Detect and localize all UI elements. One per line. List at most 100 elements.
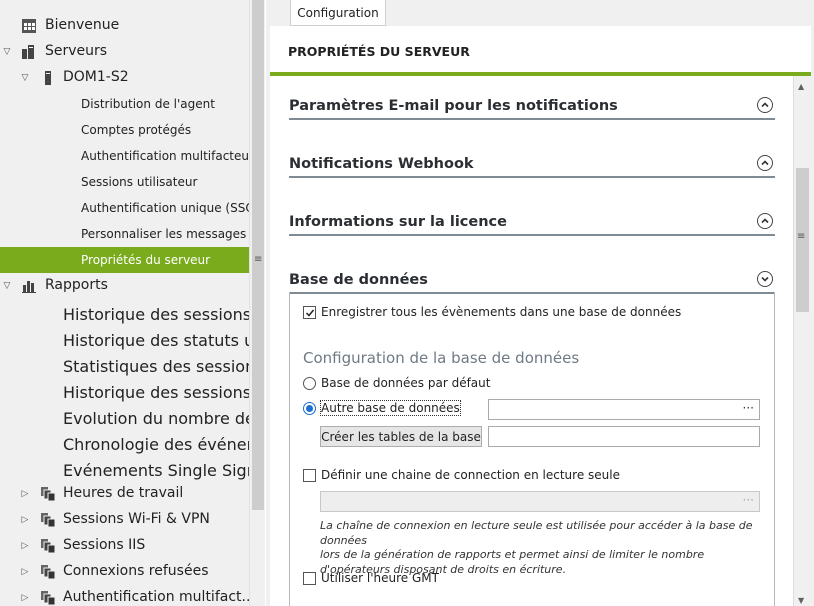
create-tables-input[interactable] xyxy=(488,426,760,447)
section-title: Informations sur la licence xyxy=(289,214,507,230)
chevron-up-icon[interactable] xyxy=(757,155,773,171)
collapse-arrow-icon[interactable]: ▷ xyxy=(20,593,30,603)
tree-item-label: Heures de travail xyxy=(63,485,184,501)
readonly-note-line-2: lors de la génération de rapports et per… xyxy=(320,548,705,561)
tree-item[interactable]: ▽ Rapports xyxy=(0,273,249,299)
default-db-label: Base de données par défaut xyxy=(321,376,491,390)
tree-item-label: Connexions refusées xyxy=(63,563,209,579)
tree-item[interactable]: Sessions utilisateur xyxy=(0,169,249,195)
browse-icon[interactable]: ··· xyxy=(743,493,754,507)
tree-item[interactable]: Historique des sessions xyxy=(0,299,249,325)
readonly-connection-input[interactable]: ··· xyxy=(320,491,760,512)
tree-item-label: Statistiques des sessions xyxy=(63,357,249,376)
report-group-icon xyxy=(40,564,56,580)
database-settings-box: Enregistrer tous les évènements dans une… xyxy=(289,292,775,606)
report-group-icon xyxy=(40,538,56,554)
server-icon xyxy=(40,70,56,86)
tree-item[interactable]: Authentification unique (SSO) xyxy=(0,195,249,221)
tree-item[interactable]: Historique des sessions simultan... xyxy=(0,377,249,403)
expand-arrow-icon[interactable]: ▽ xyxy=(2,281,12,291)
chevron-up-icon[interactable] xyxy=(757,97,773,113)
scroll-grip-icon: ≡ xyxy=(254,254,263,265)
scroll-grip-icon: ≡ xyxy=(797,231,806,242)
default-db-radio[interactable] xyxy=(303,377,316,390)
tree-item-label: Authentification unique (SSO) xyxy=(81,201,249,215)
content-scrollbar[interactable]: ▲ ≡ ▼ xyxy=(793,76,810,606)
chevron-down-icon[interactable] xyxy=(757,271,773,287)
page-header: PROPRIÉTÉS DU SERVEUR xyxy=(270,26,811,76)
section-license[interactable]: Informations sur la licence xyxy=(289,210,775,236)
grid-icon xyxy=(21,18,37,34)
tree-item-label: Historique des statuts utilisateur xyxy=(63,331,249,350)
tree-item[interactable]: Comptes protégés xyxy=(0,117,249,143)
db-config-title: Configuration de la base de données xyxy=(303,349,580,367)
tree-item-label: Bienvenue xyxy=(45,17,120,33)
tree-item-label: Serveurs xyxy=(45,43,108,59)
readonly-connection-checkbox[interactable] xyxy=(303,469,316,482)
tree-item-label: Propriétés du serveur xyxy=(81,253,211,267)
other-db-radio[interactable] xyxy=(303,402,316,415)
navigation-tree: Bienvenue ▽ Serveurs ▽ DOM1-S2 Distribution d… xyxy=(0,0,249,606)
use-gmt-checkbox[interactable] xyxy=(303,572,316,585)
expand-arrow-icon[interactable]: ▽ xyxy=(20,73,30,83)
tree-item-label: Authentification multifacteur xyxy=(81,149,249,163)
log-all-events-checkbox[interactable] xyxy=(303,306,316,319)
tree-item-label: Sessions IIS xyxy=(63,537,146,553)
page-title: PROPRIÉTÉS DU SERVEUR xyxy=(288,44,470,59)
tree-item[interactable]: Chronologie des événements xyxy=(0,429,249,455)
tree-item[interactable]: ▷ Connexions refusées xyxy=(0,559,249,585)
tree-item-label: Historique des sessions simultan... xyxy=(63,383,249,402)
collapse-arrow-icon[interactable]: ▷ xyxy=(20,489,30,499)
tree-item-label: Sessions Wi-Fi & VPN xyxy=(63,511,210,527)
tree-item-label: Comptes protégés xyxy=(81,123,192,137)
tree-item[interactable]: ▷ Authentification multifact... xyxy=(0,585,249,606)
chevron-up-icon[interactable] xyxy=(757,213,773,229)
create-tables-button[interactable]: Créer les tables de la base xyxy=(320,426,482,447)
tree-item[interactable]: Personnaliser les messages xyxy=(0,221,249,247)
tree-item[interactable]: Distribution de l'agent xyxy=(0,91,249,117)
section-email-notifications[interactable]: Paramètres E-mail pour les notifications xyxy=(289,94,775,120)
tree-item[interactable]: ▷ Sessions Wi-Fi & VPN xyxy=(0,507,249,533)
bar-chart-icon xyxy=(21,278,37,294)
tree-item-label: Distribution de l'agent xyxy=(81,97,215,111)
section-webhook[interactable]: Notifications Webhook xyxy=(289,152,775,178)
tree-item[interactable]: Authentification multifacteur xyxy=(0,143,249,169)
tree-item[interactable]: ▽ DOM1-S2 xyxy=(0,65,249,91)
tree-item[interactable]: ▽ Serveurs xyxy=(0,39,249,65)
scroll-down-icon[interactable]: ▼ xyxy=(798,596,804,605)
tree-item[interactable]: Statistiques des sessions xyxy=(0,351,249,377)
other-db-connection-input[interactable]: ··· xyxy=(488,399,760,420)
collapse-arrow-icon[interactable]: ▷ xyxy=(20,515,30,525)
tree-item[interactable]: Evénements Single Sign-On xyxy=(0,455,249,481)
tree-item-label: Personnaliser les messages xyxy=(81,227,247,241)
tree-item-label: DOM1-S2 xyxy=(63,69,129,85)
readonly-note-line-1: La chaîne de connexion en lecture seule … xyxy=(320,519,753,547)
tree-item-label: Historique des sessions xyxy=(63,305,249,324)
tree-item-label: Evénements Single Sign-On xyxy=(63,461,249,480)
tree-item-label: Rapports xyxy=(45,277,108,293)
tree-item[interactable]: Historique des statuts utilisateur xyxy=(0,325,249,351)
tree-item[interactable]: Evolution du nombre de sessions xyxy=(0,403,249,429)
main-panel: Configuration PROPRIÉTÉS DU SERVEUR Para… xyxy=(266,0,814,606)
tree-item[interactable]: Propriétés du serveur xyxy=(0,247,249,273)
log-all-events-label: Enregistrer tous les évènements dans une… xyxy=(321,305,682,319)
browse-icon[interactable]: ··· xyxy=(743,401,754,415)
expand-arrow-icon[interactable]: ▽ xyxy=(2,47,12,57)
collapse-arrow-icon[interactable]: ▷ xyxy=(20,567,30,577)
tab-configuration[interactable]: Configuration xyxy=(290,0,386,26)
report-group-icon xyxy=(40,590,56,606)
tree-item-label: Sessions utilisateur xyxy=(81,175,198,189)
section-database[interactable]: Base de données xyxy=(289,268,775,294)
tree-item[interactable]: ▷ Sessions IIS xyxy=(0,533,249,559)
collapse-arrow-icon[interactable]: ▷ xyxy=(20,541,30,551)
report-group-icon xyxy=(40,512,56,528)
tree-item-label: Authentification multifact... xyxy=(63,589,249,605)
tree-item[interactable]: Bienvenue xyxy=(0,13,249,39)
tree-item-label: Evolution du nombre de sessions xyxy=(63,409,249,428)
readonly-note: La chaîne de connexion en lecture seule … xyxy=(320,519,774,577)
use-gmt-label: Utiliser l'heure GMT xyxy=(321,571,439,585)
scroll-up-icon[interactable]: ▲ xyxy=(798,82,804,91)
servers-icon xyxy=(21,44,37,60)
tree-item[interactable]: ▷ Heures de travail xyxy=(0,481,249,507)
tree-scrollbar[interactable]: ≡ xyxy=(249,0,265,606)
